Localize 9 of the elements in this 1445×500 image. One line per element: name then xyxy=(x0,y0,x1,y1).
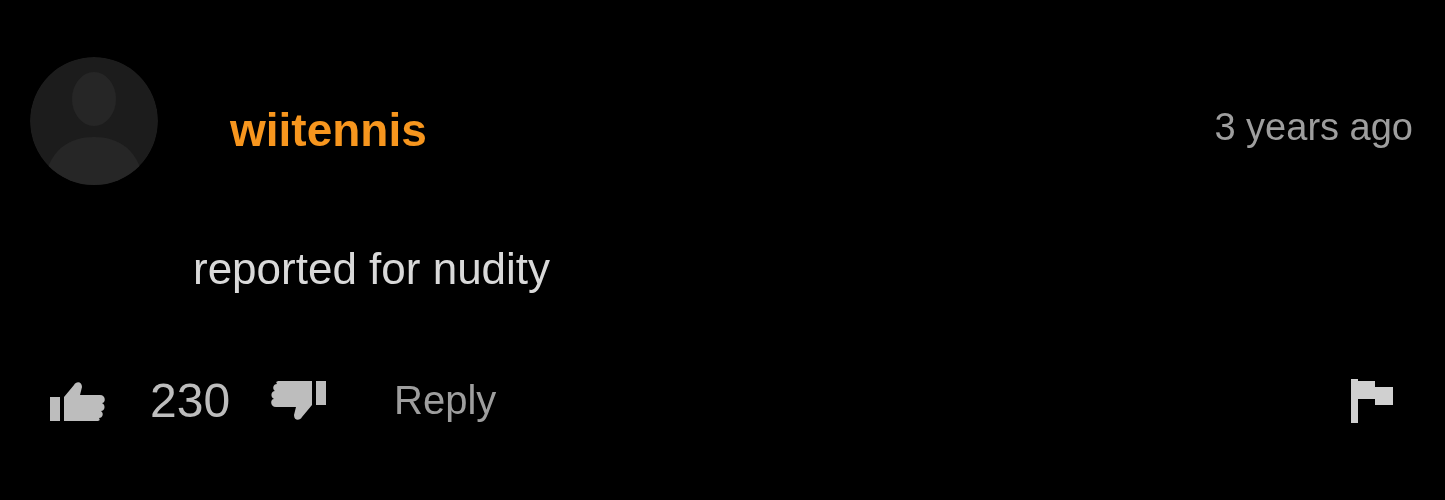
comment-text: reported for nudity xyxy=(193,243,552,295)
thumbs-down-icon[interactable] xyxy=(270,380,327,421)
reply-button[interactable]: Reply xyxy=(394,378,497,423)
timestamp: 3 years ago xyxy=(1214,105,1413,149)
flag-icon[interactable] xyxy=(1351,378,1393,423)
username[interactable]: wiitennis xyxy=(230,103,427,157)
avatar-icon xyxy=(30,57,158,185)
thumbs-up-icon[interactable] xyxy=(50,380,106,421)
like-count: 230 xyxy=(150,373,231,428)
